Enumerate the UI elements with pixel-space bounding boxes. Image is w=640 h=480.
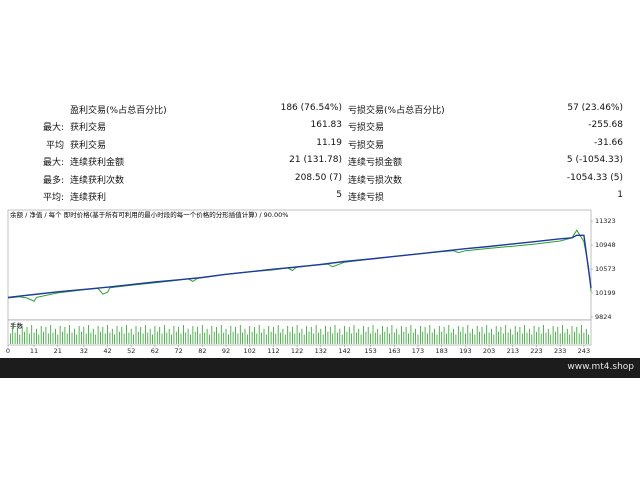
y-tick-label: 10948 [595, 241, 616, 249]
x-tick-label: 163 [388, 347, 400, 355]
x-tick-label: 92 [222, 347, 230, 355]
x-tick-label: 132 [315, 347, 327, 355]
x-tick-label: 0 [6, 347, 10, 355]
stat-row: 最大: 连续获利金额 21 (131.78) 连续亏损金额 5 (-1054.3… [0, 153, 640, 171]
stat-label-right: 亏损交易 [348, 141, 385, 151]
x-tick-label: 183 [435, 347, 447, 355]
stat-row: 平均: 连续获利 5 连续亏损 1 [0, 188, 640, 206]
stat-label-left: 连续获利金额 [70, 158, 125, 168]
y-tick-label: 11323 [595, 217, 616, 225]
stat-value-left: 186 (76.54%) [280, 103, 342, 113]
footer-bar: www.mt4.shop [0, 358, 640, 378]
stat-prefix: 平均 [45, 141, 64, 151]
stat-label-right: 亏损交易 [348, 123, 385, 133]
stat-label-left: 连续获利次数 [70, 176, 125, 186]
x-tick-label: 82 [198, 347, 206, 355]
stat-value-right: 1 [617, 190, 623, 200]
stat-row: 最多: 连续获利次数 208.50 (7) 连续亏损次数 -1054.33 (5… [0, 171, 640, 189]
x-tick-label: 203 [483, 347, 495, 355]
stat-value-right: 57 (23.46%) [567, 103, 623, 113]
x-tick-label: 233 [554, 347, 566, 355]
chart-title: 余额 / 净值 / 每个 即时价格(基于所有可利用的最小时段的每一个价格的分形插… [10, 210, 288, 219]
stat-row: 最大: 获利交易 161.83 亏损交易 -255.68 [0, 118, 640, 136]
x-tick-label: 223 [530, 347, 542, 355]
x-axis-ticks: 0 11 21 32 42 52 62 72 82 92 102 112 122 132 142 153 163… [6, 345, 590, 355]
stat-row: 盈利交易(%占总百分比) 186 (76.54%) 亏损交易(%占总百分比) 5… [0, 101, 640, 119]
x-tick-label: 193 [459, 347, 471, 355]
stat-prefix: 最大: [42, 158, 64, 168]
x-tick-label: 32 [80, 347, 88, 355]
x-tick-label: 62 [151, 347, 159, 355]
stat-value-left: 5 [336, 190, 342, 200]
volume-label: 手数 [10, 321, 24, 330]
stat-value-left: 21 (131.78) [289, 155, 342, 165]
stat-label-right: 连续亏损 [348, 193, 385, 203]
stat-value-right: -31.66 [593, 138, 623, 148]
x-tick-label: 122 [291, 347, 303, 355]
stat-value-right: 5 (-1054.33) [566, 155, 623, 165]
stat-label-left: 盈利交易(%占总百分比) [70, 106, 167, 116]
stat-prefix: 最大: [42, 123, 64, 133]
stat-prefix: 平均: [42, 193, 64, 203]
x-tick-label: 243 [578, 347, 590, 355]
y-tick-label: 10573 [595, 265, 616, 273]
x-tick-label: 142 [338, 347, 350, 355]
stat-value-left: 161.83 [310, 120, 343, 130]
stat-row: 平均 获利交易 11.19 亏损交易 -31.66 [0, 136, 640, 154]
stat-label-left: 连续获利 [70, 193, 107, 203]
y-tick-label: 10199 [595, 289, 616, 297]
x-tick-label: 102 [244, 347, 256, 355]
stat-label-left: 获利交易 [70, 141, 107, 151]
footer-url[interactable]: www.mt4.shop [567, 362, 634, 372]
y-tick-label: 9824 [595, 313, 612, 321]
stat-prefix: 最多: [42, 176, 64, 186]
x-tick-label: 21 [54, 347, 62, 355]
balance-chart-svg: 余额 / 净值 / 每个 即时价格(基于所有可利用的最小时段的每一个价格的分形插… [6, 209, 616, 355]
stats-table: 盈利交易(%占总百分比) 186 (76.54%) 亏损交易(%占总百分比) 5… [0, 101, 640, 207]
stat-label-right: 连续亏损金额 [348, 158, 403, 168]
x-tick-label: 11 [30, 347, 38, 355]
stat-value-right: -255.68 [588, 120, 623, 130]
x-tick-label: 173 [412, 347, 424, 355]
x-tick-label: 153 [364, 347, 376, 355]
stat-label-right: 亏损交易(%占总百分比) [348, 106, 445, 116]
stat-label-left: 获利交易 [70, 123, 107, 133]
stat-value-left: 11.19 [316, 138, 342, 148]
x-tick-label: 72 [174, 347, 182, 355]
balance-chart: 余额 / 净值 / 每个 即时价格(基于所有可利用的最小时段的每一个价格的分形插… [0, 207, 640, 357]
stat-value-right: -1054.33 (5) [566, 173, 623, 183]
main-plot-frame [7, 209, 592, 321]
x-tick-label: 112 [267, 347, 279, 355]
y-axis-ticks: 11323 10948 10573 10199 9824 [591, 217, 616, 321]
stat-value-left: 208.50 (7) [294, 173, 342, 183]
x-tick-label: 42 [103, 347, 111, 355]
x-tick-label: 52 [127, 347, 135, 355]
stat-label-right: 连续亏损次数 [348, 176, 403, 186]
x-tick-label: 213 [507, 347, 519, 355]
